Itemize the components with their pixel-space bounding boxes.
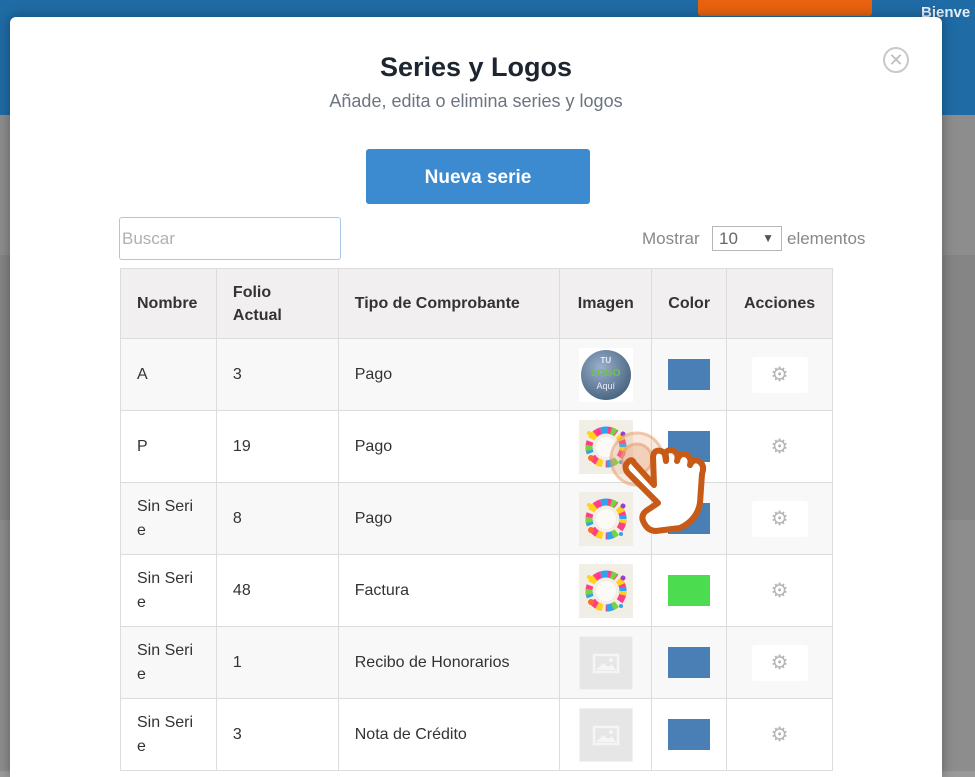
gear-icon[interactable]: ⚙	[751, 644, 808, 681]
gear-icon[interactable]: ⚙	[751, 428, 808, 465]
elements-label: elementos	[787, 229, 866, 248]
modal-subtitle: Añade, edita o elimina series y logos	[329, 91, 623, 111]
table-row: A 3 Pago TU LOGO Aquí ⚙	[120, 338, 833, 411]
cell-color	[651, 626, 728, 699]
image-placeholder-icon[interactable]	[578, 635, 633, 690]
cell-folio: 1	[215, 626, 339, 699]
search-input[interactable]	[119, 217, 341, 260]
gear-icon[interactable]: ⚙	[751, 716, 808, 753]
cell-folio: 8	[215, 482, 339, 555]
cell-color	[651, 554, 728, 627]
cell-folio: 3	[215, 698, 339, 771]
cell-color	[651, 410, 728, 483]
app-orange-button	[698, 0, 872, 16]
cell-imagen	[559, 626, 653, 699]
nombre-text: P	[137, 437, 148, 455]
chevron-down-icon: ▼	[762, 231, 774, 245]
nombre-text: Sin Serie	[137, 497, 194, 539]
column-header-imagen[interactable]: Imagen	[559, 268, 653, 339]
gear-icon[interactable]: ⚙	[751, 356, 808, 393]
cell-acciones: ⚙	[726, 554, 833, 627]
page-size-value: 10	[719, 229, 738, 248]
color-swatch[interactable]	[668, 359, 711, 390]
column-header-nombre[interactable]: Nombre	[120, 268, 217, 339]
cell-tipo: Recibo de Honorarios	[337, 626, 561, 699]
cell-color	[651, 698, 728, 771]
color-swatch[interactable]	[668, 431, 711, 462]
color-swatch[interactable]	[668, 503, 711, 534]
modal-title: Series y Logos	[379, 52, 573, 82]
logo-text-line1: TU	[600, 355, 612, 365]
color-swatch[interactable]	[668, 719, 711, 750]
color-swatch[interactable]	[668, 647, 711, 678]
new-series-button[interactable]: Nueva serie	[366, 149, 590, 204]
cell-folio: 48	[215, 554, 339, 627]
cell-imagen	[559, 482, 653, 555]
cell-imagen: TU LOGO Aquí	[559, 338, 653, 411]
column-header-acciones[interactable]: Acciones	[726, 268, 833, 339]
table-row: Sin Serie 1 Recibo de Honorarios ⚙	[120, 626, 833, 699]
cell-acciones: ⚙	[726, 338, 833, 411]
tu-logo-aqui-image[interactable]: TU LOGO Aquí	[578, 347, 633, 402]
color-swatch[interactable]	[668, 575, 711, 606]
logo-text-line3: Aquí	[596, 380, 616, 391]
cell-color	[651, 482, 728, 555]
image-placeholder-icon[interactable]	[578, 707, 633, 762]
cell-nombre: Sin Serie	[120, 626, 217, 699]
logo-text-line2: LOGO	[591, 367, 621, 379]
cell-acciones: ⚙	[726, 410, 833, 483]
cell-folio: 19	[215, 410, 339, 483]
cell-nombre: Sin Serie	[120, 482, 217, 555]
nombre-text: A	[137, 365, 148, 383]
cell-tipo: Nota de Crédito	[337, 698, 561, 771]
page-size-select[interactable]: 10 ▼	[712, 226, 782, 251]
cell-nombre: P	[120, 410, 217, 483]
color-splash-logo-image[interactable]	[578, 563, 633, 618]
table-row: Sin Serie 48 Factura ⚙	[120, 554, 833, 627]
cell-nombre: Sin Serie	[120, 554, 217, 627]
color-splash-logo-image[interactable]	[578, 491, 633, 546]
color-splash-logo-image[interactable]	[578, 419, 633, 474]
app-side-panel-left	[0, 255, 10, 520]
cell-folio: 3	[215, 338, 339, 411]
app-side-panel-right	[943, 255, 975, 520]
show-label: Mostrar	[642, 229, 700, 248]
table-row: Sin Serie 3 Nota de Crédito ⚙	[120, 698, 833, 771]
cell-imagen	[559, 410, 653, 483]
series-table: Nombre Folio Actual Tipo de Comprobante …	[120, 268, 833, 771]
cell-nombre: A	[120, 338, 217, 411]
cell-tipo: Factura	[337, 554, 561, 627]
cell-acciones: ⚙	[726, 698, 833, 771]
gear-icon[interactable]: ⚙	[751, 572, 808, 609]
table-header-row: Nombre Folio Actual Tipo de Comprobante …	[120, 268, 833, 339]
cell-nombre: Sin Serie	[120, 698, 217, 771]
cell-imagen	[559, 698, 653, 771]
table-row: P 19 Pago ⚙	[120, 410, 833, 483]
cell-acciones: ⚙	[726, 482, 833, 555]
cell-tipo: Pago	[337, 482, 561, 555]
nombre-text: Sin Serie	[137, 713, 194, 755]
nombre-text: Sin Serie	[137, 569, 194, 611]
column-header-folio[interactable]: Folio Actual	[215, 268, 339, 339]
table-row: Sin Serie 8 Pago ⚙	[120, 482, 833, 555]
cell-imagen	[559, 554, 653, 627]
column-header-color[interactable]: Color	[651, 268, 728, 339]
gear-icon[interactable]: ⚙	[751, 500, 808, 537]
cell-color	[651, 338, 728, 411]
column-header-tipo[interactable]: Tipo de Comprobante	[337, 268, 561, 339]
cell-tipo: Pago	[337, 410, 561, 483]
nombre-text: Sin Serie	[137, 641, 194, 683]
column-header-folio-text: Folio Actual	[232, 283, 282, 324]
cell-acciones: ⚙	[726, 626, 833, 699]
cell-tipo: Pago	[337, 338, 561, 411]
